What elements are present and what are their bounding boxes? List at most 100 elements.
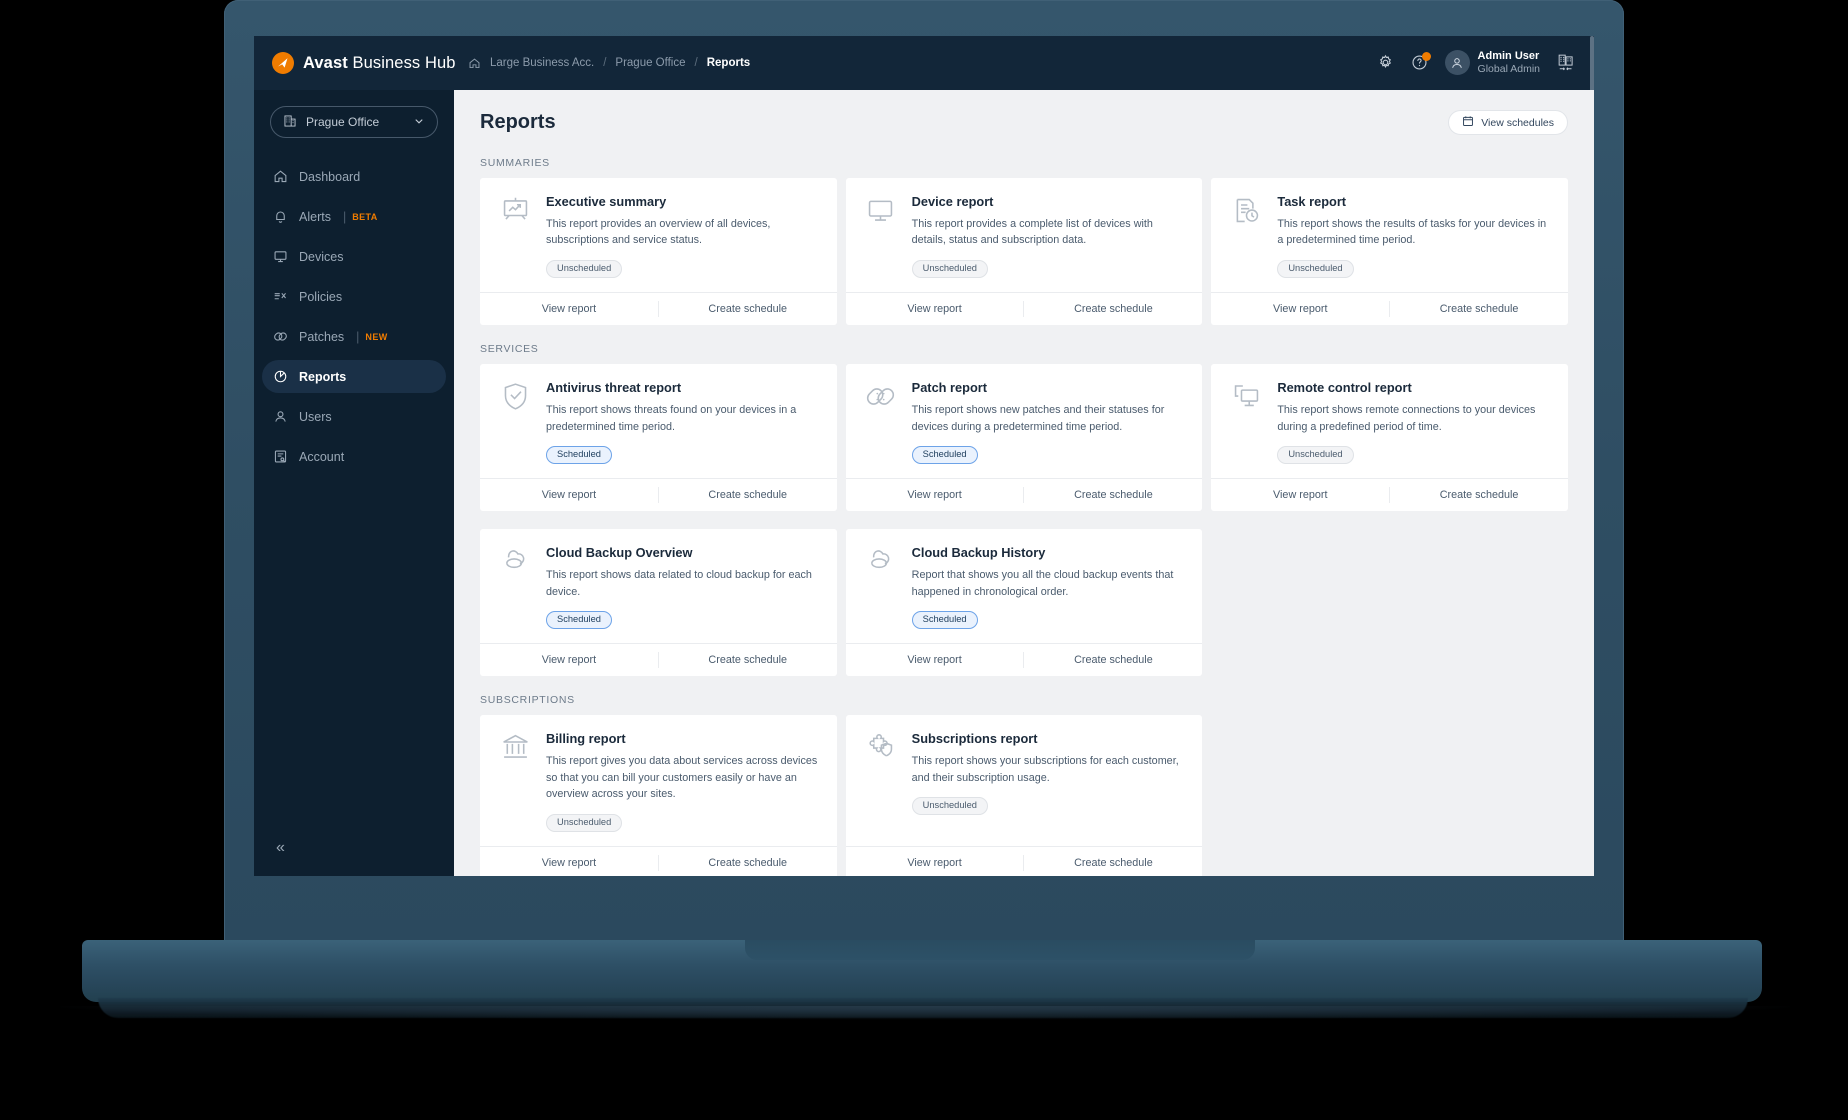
view-report-button[interactable]: View report [480,644,658,676]
view-report-button[interactable]: View report [846,479,1024,511]
create-schedule-button[interactable]: Create schedule [659,644,837,676]
sidebar-item-policies[interactable]: Policies [262,280,446,313]
sidebar-item-label: Reports [299,369,347,384]
card-main: Antivirus threat report This report show… [546,380,819,465]
card-main: Cloud Backup Overview This report shows … [546,545,819,630]
services-card-grid-row2: Cloud Backup Overview This report shows … [480,529,1568,677]
calendar-icon [1462,115,1474,130]
brand-logo[interactable]: Avast Business Hub [254,52,456,74]
sidebar-item-devices[interactable]: Devices [262,240,446,273]
sidebar-item-reports[interactable]: Reports [262,360,446,393]
create-schedule-button[interactable]: Create schedule [1390,293,1568,325]
user-menu[interactable]: Admin User Global Admin [1444,49,1540,77]
report-card[interactable]: Cloud Backup Overview This report shows … [480,529,837,677]
sidebar-item-account[interactable]: Account [262,440,446,473]
window-scrollbar-thumb[interactable] [1590,36,1594,98]
report-card[interactable]: Patch report This report shows new patch… [845,364,1203,512]
create-schedule-button[interactable]: Create schedule [1390,479,1568,511]
card-title: Billing report [546,731,626,747]
section-label-summaries: SUMMARIES [480,157,550,169]
status-badge: Scheduled [911,611,978,630]
breadcrumb-item-0[interactable]: Large Business Acc. [490,57,594,69]
card-title: Cloud Backup Overview [546,545,693,561]
pie-chart-icon [272,369,288,384]
report-card[interactable]: Antivirus threat report This report show… [480,364,837,512]
create-schedule-button[interactable]: Create schedule [659,293,837,325]
report-card[interactable]: Device report This report provides a com… [845,178,1203,326]
report-card[interactable]: Subscriptions report This report shows y… [845,715,1203,876]
document-clock-icon [1229,195,1263,229]
monitor-icon [272,249,288,264]
view-report-button[interactable]: View report [480,847,658,876]
card-main: Executive summary This report provides a… [546,194,819,279]
sidebar-collapse-button[interactable]: « [276,840,285,856]
gear-icon[interactable] [1377,54,1394,71]
create-schedule-button[interactable]: Create schedule [1024,644,1202,676]
create-schedule-button[interactable]: Create schedule [659,479,837,511]
sidebar-item-alerts[interactable]: Alerts | BETA [262,200,446,233]
card-main: Device report This report provides a com… [911,194,1185,279]
office-selector-label: Prague Office [306,115,380,129]
card-actions: View report Create schedule [480,292,837,325]
sidebar-item-users[interactable]: Users [262,400,446,433]
create-schedule-button[interactable]: Create schedule [1024,479,1202,511]
create-schedule-button[interactable]: Create schedule [1024,847,1202,876]
sidebar-item-label: Patches [299,329,345,344]
view-report-button[interactable]: View report [480,479,658,511]
report-card[interactable]: Task report This report shows the result… [1211,178,1568,326]
brand-name-bold: Avast [303,53,348,72]
card-main: Patch report This report shows new patch… [911,380,1185,465]
card-actions: View report Create schedule [845,478,1203,511]
breadcrumb-item-1[interactable]: Prague Office [615,57,685,69]
view-report-button[interactable]: View report [846,293,1024,325]
card-title: Remote control report [1277,380,1412,396]
report-card[interactable]: Remote control report This report shows … [1211,364,1568,512]
status-badge: Scheduled [546,611,612,630]
card-body: Cloud Backup History Report that shows y… [846,529,1203,643]
sidebar-item-dashboard[interactable]: Dashboard [262,160,446,193]
user-name: Admin User [1477,50,1540,63]
status-badge: Unscheduled [1277,445,1354,465]
status-badge: Unscheduled [911,259,988,279]
view-report-button[interactable]: View report [846,847,1024,876]
sidebar-item-label: Alerts [299,209,331,224]
card-body: Patch report This report shows new patch… [846,364,1203,478]
help-circle-icon[interactable] [1411,52,1431,71]
tag-separator: | [342,209,347,224]
view-report-button[interactable]: View report [1211,293,1389,325]
card-title: Device report [911,194,994,209]
company-switch-icon[interactable] [1557,53,1576,72]
status-badge: Unscheduled [911,797,988,816]
cloud-icon [498,546,532,580]
window-scrollbar[interactable] [1590,36,1594,98]
card-actions: View report Create schedule [1211,478,1568,511]
top-navigation-bar: Avast Business Hub Large Business Acc. /… [254,36,1594,98]
bell-icon [272,209,288,224]
page-title: Reports [480,111,556,133]
view-report-button[interactable]: View report [1211,479,1389,511]
view-schedules-label: View schedules [1481,116,1554,129]
card-body: Remote control report This report shows … [1211,364,1568,478]
sidebar-item-label: Users [299,409,332,424]
report-card[interactable]: Billing report This report gives you dat… [480,715,837,876]
report-card[interactable]: Cloud Backup History Report that shows y… [845,529,1203,677]
view-schedules-button[interactable]: View schedules [1448,110,1568,135]
card-description: This report shows data related to cloud … [546,569,812,598]
laptop-shadow [60,1006,1790,1020]
card-description: This report shows remote connections to … [1277,404,1536,433]
home-icon[interactable] [468,57,481,70]
card-actions: View report Create schedule [480,643,837,676]
report-card[interactable]: Executive summary This report provides a… [480,178,837,326]
grid-spacer [1211,715,1568,876]
office-selector[interactable]: Prague Office [270,106,438,138]
view-report-button[interactable]: View report [480,293,658,325]
view-report-button[interactable]: View report [846,644,1024,676]
card-description: This report shows threats found on your … [546,404,797,433]
card-actions: View report Create schedule [1211,292,1568,325]
sidebar-item-patches[interactable]: Patches | NEW [262,320,446,353]
create-schedule-button[interactable]: Create schedule [659,847,837,876]
laptop-base-notch [745,940,1255,960]
create-schedule-button[interactable]: Create schedule [1024,293,1202,325]
brand-name-rest: Business Hub [347,53,456,72]
sidebar-item-label: Policies [299,289,343,304]
